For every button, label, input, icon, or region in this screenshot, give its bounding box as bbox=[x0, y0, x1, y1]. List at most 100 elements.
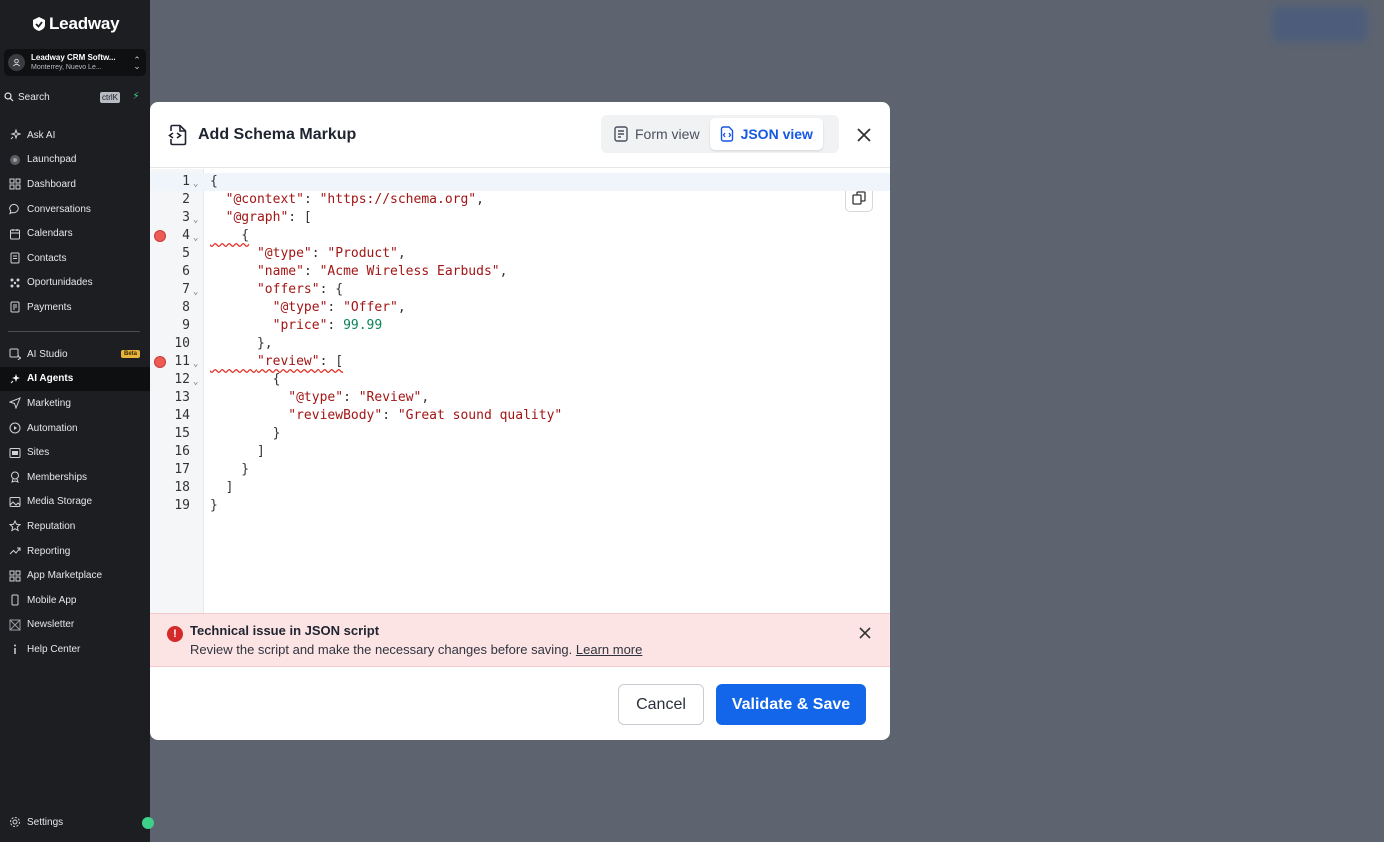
schema-markup-modal: Add Schema Markup Form view JSON view 1 ⌄… bbox=[150, 102, 890, 740]
leadway-logo-icon bbox=[33, 17, 45, 31]
launchpad-icon bbox=[10, 154, 20, 165]
code-text: "review": [ bbox=[256, 354, 344, 369]
status-dot bbox=[142, 817, 154, 829]
code-text: } bbox=[210, 498, 218, 513]
code-text: "@context": "https://schema.org", bbox=[225, 192, 484, 207]
code-line[interactable]: 11 ⌄ "review": [ bbox=[150, 353, 890, 371]
quick-action-bolt-icon[interactable]: ⚡ bbox=[128, 89, 144, 105]
sidebar-item-oportunidades[interactable]: Oportunidades bbox=[0, 271, 150, 296]
code-line[interactable]: 9 "price": 99.99 bbox=[150, 317, 890, 335]
code-line[interactable]: 10 }, bbox=[150, 335, 890, 353]
tab-json-view[interactable]: JSON view bbox=[709, 118, 823, 150]
modal-footer: Cancel Validate & Save bbox=[150, 668, 890, 740]
sidebar-item-conversations[interactable]: Conversations bbox=[0, 197, 150, 222]
code-line[interactable]: 2 "@context": "https://schema.org", bbox=[150, 191, 890, 209]
code-text: { bbox=[210, 228, 250, 243]
code-text: }, bbox=[210, 336, 273, 351]
image-icon bbox=[9, 496, 21, 507]
code-text: } bbox=[210, 462, 250, 477]
code-line[interactable]: 14 "reviewBody": "Great sound quality" bbox=[150, 407, 890, 425]
calendar-icon bbox=[10, 228, 20, 240]
line-number: 18 bbox=[174, 480, 190, 495]
mobile-icon bbox=[11, 594, 19, 606]
search-label: Search bbox=[18, 91, 50, 103]
sidebar-item-launchpad[interactable]: Launchpad bbox=[0, 148, 150, 173]
code-line[interactable]: 5 "@type": "Product", bbox=[150, 245, 890, 263]
automation-icon bbox=[9, 422, 21, 434]
sidebar-item-marketing[interactable]: Marketing bbox=[0, 391, 150, 416]
sidebar: Leadway Leadway CRM Softw... Monterrey, … bbox=[0, 0, 154, 842]
code-text: "@type": "Product", bbox=[256, 246, 406, 261]
chat-icon bbox=[9, 204, 19, 215]
background-button-blurred bbox=[1272, 6, 1367, 42]
send-icon bbox=[9, 397, 21, 410]
code-text: "name": "Acme Wireless Earbuds", bbox=[256, 264, 508, 279]
sidebar-item-payments[interactable]: Payments bbox=[0, 295, 150, 320]
sidebar-item-reputation[interactable]: Reputation bbox=[0, 514, 150, 539]
line-number: 6 bbox=[182, 264, 190, 279]
sidebar-item-dashboard[interactable]: Dashboard bbox=[0, 172, 150, 197]
sidebar-item-app-marketplace[interactable]: App Marketplace bbox=[0, 563, 150, 588]
code-line[interactable]: 1 ⌄{ bbox=[150, 173, 890, 191]
line-number: 16 bbox=[174, 444, 190, 459]
contacts-icon bbox=[10, 252, 20, 264]
sidebar-item-contacts[interactable]: Contacts bbox=[0, 246, 150, 271]
line-number: 12 bbox=[174, 372, 190, 387]
sidebar-item-media-storage[interactable]: Media Storage bbox=[0, 490, 150, 515]
code-line[interactable]: 15 } bbox=[150, 425, 890, 443]
sidebar-item-automation[interactable]: Automation bbox=[0, 416, 150, 441]
json-editor[interactable]: 1 ⌄{2 "@context": "https://schema.org", 3 ⌄… bbox=[150, 169, 890, 613]
sidebar-item-ai-studio[interactable]: AI Studio Beta bbox=[0, 342, 150, 367]
line-number: 4 bbox=[182, 228, 190, 243]
sidebar-item-sites[interactable]: Sites bbox=[0, 440, 150, 465]
sidebar-item-ai-agents[interactable]: AI Agents bbox=[0, 366, 150, 392]
code-line[interactable]: 12 ⌄ { bbox=[150, 371, 890, 389]
code-line[interactable]: 13 "@type": "Review", bbox=[150, 389, 890, 407]
code-line[interactable]: 17 } bbox=[150, 461, 890, 479]
code-line[interactable]: 6 "name": "Acme Wireless Earbuds", bbox=[150, 263, 890, 281]
line-number: 1 bbox=[182, 174, 190, 189]
code-line[interactable]: 3 ⌄ "@graph": [ bbox=[150, 209, 890, 227]
validate-save-button[interactable]: Validate & Save bbox=[716, 684, 866, 725]
error-alert: ! Technical issue in JSON script Review … bbox=[150, 613, 890, 667]
line-number: 13 bbox=[174, 390, 190, 405]
sidebar-item-mobile-app[interactable]: Mobile App bbox=[0, 588, 150, 613]
location-avatar bbox=[8, 54, 25, 71]
close-alert-icon[interactable] bbox=[858, 626, 872, 640]
tab-form-view[interactable]: Form view bbox=[604, 118, 710, 150]
sidebar-nav-secondary: AI Studio Beta AI Agents Marketing Autom… bbox=[0, 342, 150, 662]
line-number: 17 bbox=[174, 462, 190, 477]
json-file-icon bbox=[720, 126, 733, 142]
apps-icon bbox=[9, 570, 21, 582]
newsletter-icon bbox=[9, 619, 21, 631]
sidebar-item-calendars[interactable]: Calendars bbox=[0, 221, 150, 246]
line-number: 7 bbox=[182, 282, 190, 297]
sidebar-item-newsletter[interactable]: Newsletter bbox=[0, 613, 150, 638]
sidebar-item-settings[interactable]: Settings bbox=[0, 810, 150, 835]
line-number: 5 bbox=[182, 246, 190, 261]
line-number: 11 bbox=[174, 354, 190, 369]
account-switcher[interactable]: Leadway CRM Softw... Monterrey, Nuevo Le… bbox=[4, 49, 146, 76]
code-line[interactable]: 18 ] bbox=[150, 479, 890, 497]
sidebar-item-reporting[interactable]: Reporting bbox=[0, 539, 150, 564]
logo[interactable]: Leadway bbox=[32, 12, 120, 36]
sidebar-item-memberships[interactable]: Memberships bbox=[0, 465, 150, 490]
search-button[interactable]: Search ctrlK bbox=[4, 88, 120, 106]
code-line[interactable]: 16 ] bbox=[150, 443, 890, 461]
payments-icon bbox=[10, 301, 20, 313]
code-line[interactable]: 8 "@type": "Offer", bbox=[150, 299, 890, 317]
cancel-button[interactable]: Cancel bbox=[618, 684, 704, 725]
star-icon bbox=[9, 520, 21, 532]
learn-more-link[interactable]: Learn more bbox=[576, 642, 642, 657]
ai-studio-icon bbox=[9, 348, 21, 361]
sidebar-item-help-center[interactable]: Help Center bbox=[0, 637, 150, 662]
code-line[interactable]: 4 ⌄ { bbox=[150, 227, 890, 245]
code-line[interactable]: 7 ⌄ "offers": { bbox=[150, 281, 890, 299]
modal-title: Add Schema Markup bbox=[198, 125, 357, 143]
form-icon bbox=[614, 126, 628, 142]
line-number: 10 bbox=[174, 336, 190, 351]
code-line[interactable]: 19} bbox=[150, 497, 890, 515]
chevron-updown-icon: ⌃ ⌄ bbox=[133, 54, 141, 71]
sidebar-item-ask-ai[interactable]: Ask AI bbox=[0, 123, 150, 148]
close-icon[interactable] bbox=[854, 125, 874, 145]
